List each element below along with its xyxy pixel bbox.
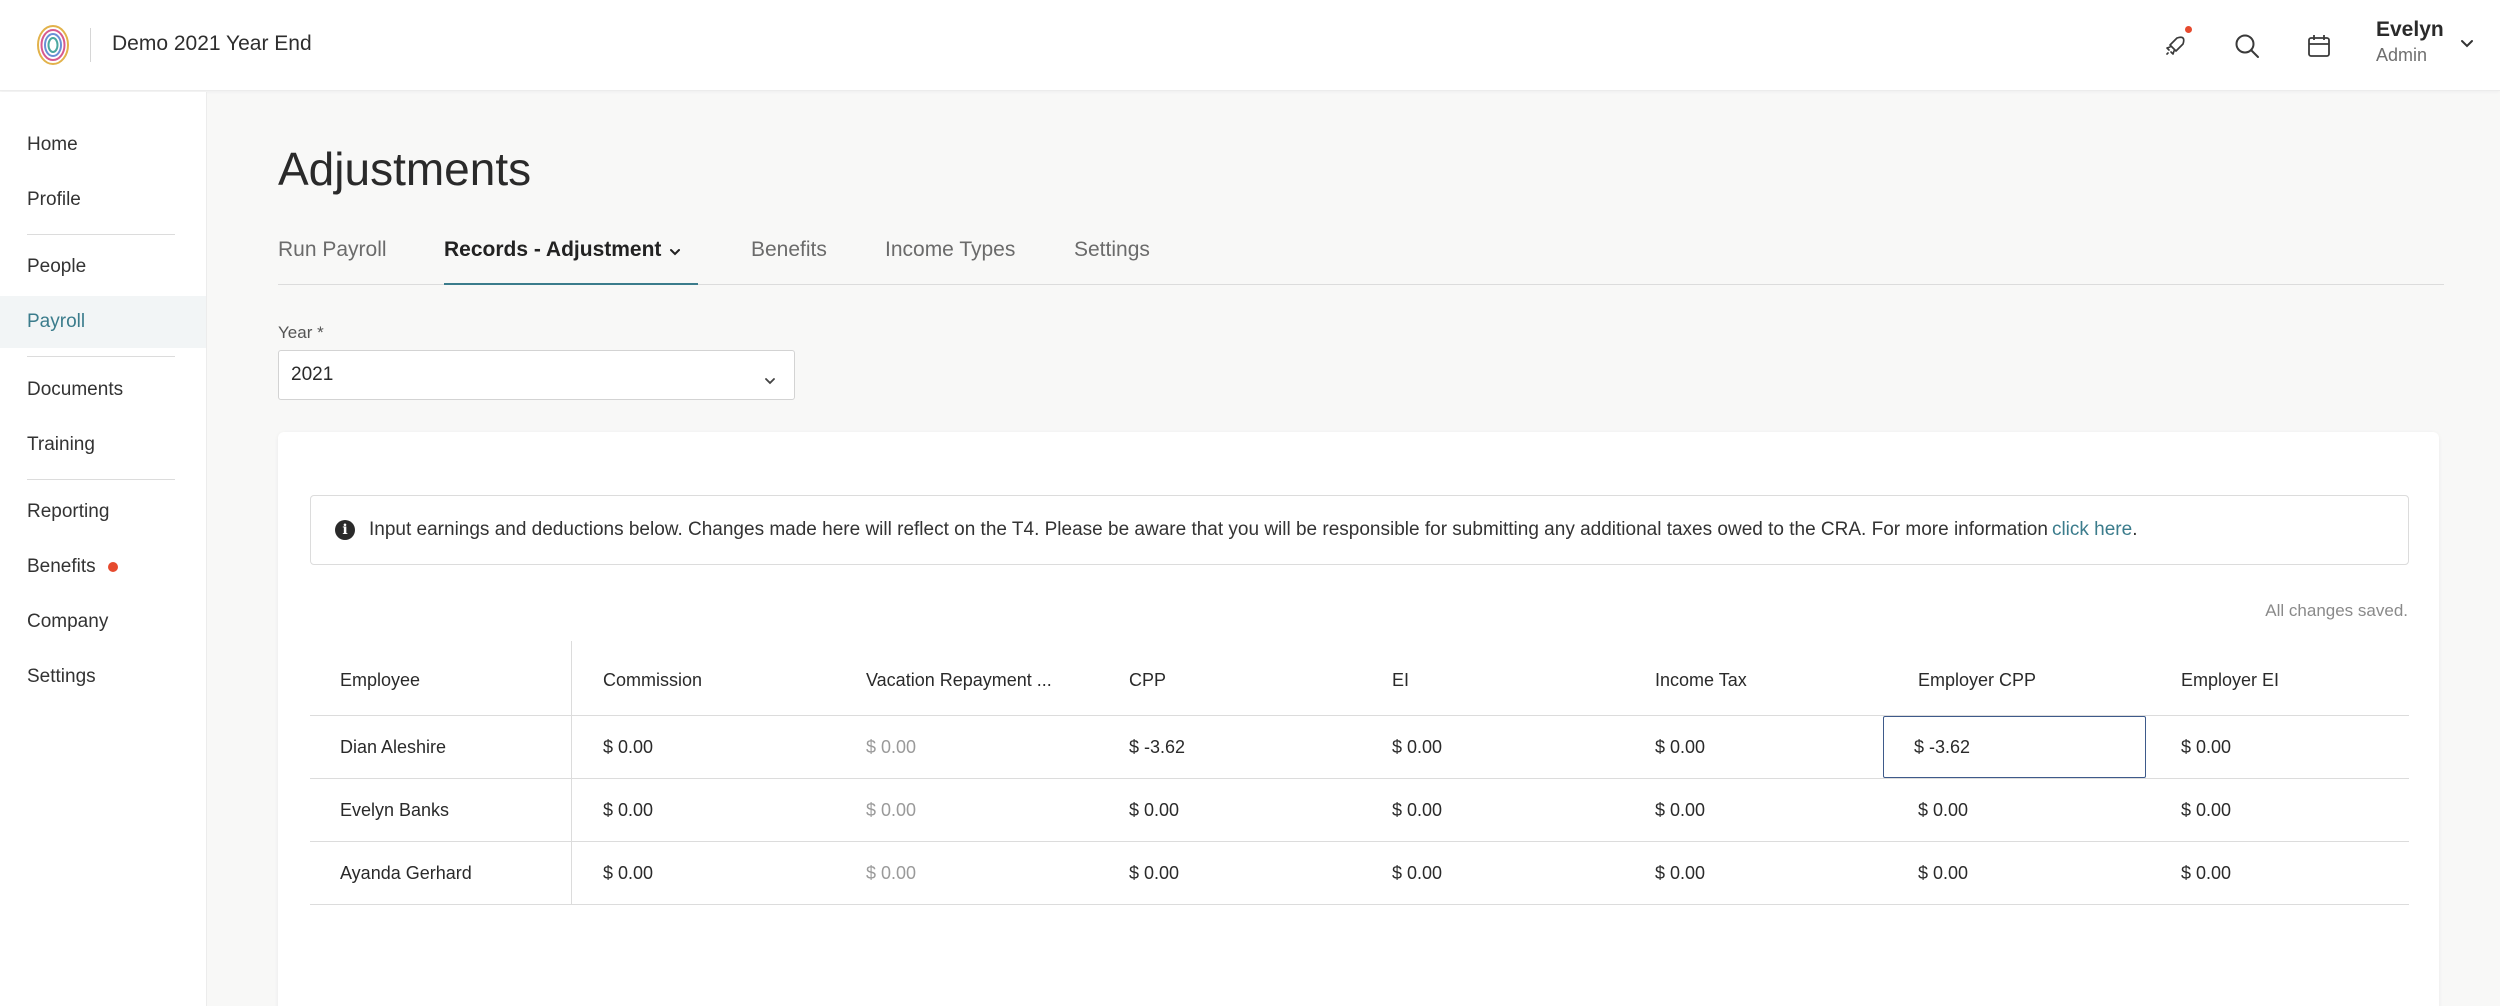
user-name: Evelyn [2376, 18, 2444, 41]
sidebar-item-payroll[interactable]: Payroll [0, 296, 206, 348]
tab-benefits[interactable]: Benefits [751, 232, 827, 285]
column-header: EI [1392, 669, 1410, 690]
info-link[interactable]: click here [2052, 519, 2132, 541]
sidebar-item-label: Home [27, 134, 78, 155]
tab-label: Records - Adjustment [444, 238, 662, 261]
income-tax-input[interactable]: $ 0.00 [1625, 779, 1888, 841]
sidebar-item-label: Settings [27, 666, 96, 687]
sidebar-item-training[interactable]: Training [0, 419, 206, 471]
tab-label: Settings [1074, 238, 1150, 261]
chevron-down-icon [764, 369, 776, 391]
employer-cpp-input[interactable]: $ 0.00 [1888, 842, 2151, 904]
sidebar-item-reporting[interactable]: Reporting [0, 486, 206, 538]
sidebar-item-company[interactable]: Company [0, 596, 206, 648]
info-text: Input earnings and deductions below. Cha… [369, 519, 2048, 540]
vacation-repayment-input[interactable]: $ 0.00 [836, 779, 1099, 841]
column-header: Income Tax [1655, 669, 1747, 690]
column-header: Employee [310, 641, 572, 715]
sidebar-item-documents[interactable]: Documents [0, 364, 206, 416]
commission-input[interactable]: $ 0.00 [573, 842, 836, 904]
income-tax-input[interactable]: $ 0.00 [1625, 842, 1888, 904]
info-text-end: . [2132, 519, 2138, 540]
sidebar-item-benefits[interactable]: Benefits [0, 541, 206, 593]
column-header: CPP [1129, 669, 1167, 690]
tab-run-payroll[interactable]: Run Payroll [278, 232, 387, 285]
app-logo-icon[interactable] [36, 24, 70, 66]
sidebar-item-label: Profile [27, 189, 81, 210]
employee-name: Dian Aleshire [310, 716, 572, 778]
ei-input[interactable]: $ 0.00 [1362, 842, 1625, 904]
sidebar-divider [27, 356, 175, 357]
ei-input[interactable]: $ 0.00 [1362, 779, 1625, 841]
sidebar-divider [27, 234, 175, 235]
tab-label: Income Types [885, 238, 1016, 261]
vacation-repayment-input[interactable]: $ 0.00 [836, 716, 1099, 778]
search-icon[interactable] [2227, 26, 2267, 66]
employee-name: Ayanda Gerhard [310, 842, 572, 904]
sidebar: Home Profile People Payroll Documents Tr… [0, 92, 207, 1006]
tab-settings[interactable]: Settings [1074, 232, 1150, 285]
top-bar: Demo 2021 Year End Evelyn Admin [0, 0, 2500, 91]
page-title: Adjustments [278, 143, 532, 195]
table-header-row: Employee Commission Vacation Repayment .… [310, 641, 2409, 716]
income-tax-input[interactable]: $ 0.00 [1625, 716, 1888, 778]
sidebar-item-label: People [27, 256, 87, 277]
commission-input[interactable]: $ 0.00 [573, 779, 836, 841]
cpp-input[interactable]: $ 0.00 [1099, 842, 1362, 904]
tab-bar: Run Payroll Records - Adjustment Benefit… [278, 232, 2444, 285]
employer-cpp-input[interactable]: $ -3.62 [1883, 716, 2146, 778]
employer-ei-input[interactable]: $ 0.00 [2151, 779, 2409, 841]
table-row: Ayanda Gerhard $ 0.00 $ 0.00 $ 0.00 $ 0.… [310, 842, 2409, 905]
app-title: Demo 2021 Year End [112, 32, 312, 55]
chevron-down-icon[interactable] [2460, 36, 2474, 54]
tab-records-adjustment[interactable]: Records - Adjustment [444, 232, 698, 285]
tab-income-types[interactable]: Income Types [885, 232, 1015, 285]
sidebar-item-people[interactable]: People [0, 241, 206, 293]
column-header: Employer CPP [1918, 669, 2037, 690]
save-status: All changes saved. [2265, 601, 2408, 620]
employer-ei-input[interactable]: $ 0.00 [2151, 716, 2409, 778]
commission-input[interactable]: $ 0.00 [573, 716, 836, 778]
info-banner: i Input earnings and deductions below. C… [310, 495, 2409, 565]
sidebar-item-settings[interactable]: Settings [0, 651, 206, 703]
cpp-input[interactable]: $ -3.62 [1099, 716, 1362, 778]
sidebar-item-label: Benefits [27, 556, 96, 577]
sidebar-item-profile[interactable]: Profile [0, 174, 206, 226]
column-header: Commission [603, 669, 703, 690]
employer-ei-input[interactable]: $ 0.00 [2151, 842, 2409, 904]
employer-cpp-input[interactable]: $ 0.00 [1888, 779, 2151, 841]
sidebar-item-home[interactable]: Home [0, 119, 206, 171]
cpp-input[interactable]: $ 0.00 [1099, 779, 1362, 841]
rocket-icon[interactable] [2155, 26, 2195, 66]
sidebar-item-label: Payroll [27, 311, 86, 332]
table-row: Dian Aleshire $ 0.00 $ 0.00 $ -3.62 $ 0.… [310, 716, 2409, 779]
adjustments-table: Employee Commission Vacation Repayment .… [310, 641, 2409, 905]
chevron-down-icon [669, 238, 681, 262]
notification-badge [107, 562, 118, 572]
column-header: Employer EI [2181, 669, 2280, 690]
user-menu[interactable]: Evelyn Admin [2376, 18, 2444, 66]
sidebar-item-label: Company [27, 611, 109, 632]
year-select[interactable]: 2021 [278, 350, 795, 400]
year-value: 2021 [291, 364, 334, 385]
vacation-repayment-input[interactable]: $ 0.00 [836, 842, 1099, 904]
year-label: Year * [278, 323, 324, 342]
calendar-icon[interactable] [2299, 26, 2339, 66]
table-row: Evelyn Banks $ 0.00 $ 0.00 $ 0.00 $ 0.00… [310, 779, 2409, 842]
tab-label: Run Payroll [278, 238, 387, 261]
sidebar-divider [27, 479, 175, 480]
info-icon: i [335, 520, 355, 540]
logo-divider [90, 28, 91, 62]
tab-label: Benefits [751, 238, 827, 261]
user-role: Admin [2376, 45, 2428, 65]
sidebar-item-label: Reporting [27, 501, 110, 522]
employee-name: Evelyn Banks [310, 779, 572, 841]
column-header: Vacation Repayment ... [866, 669, 1052, 690]
sidebar-item-label: Documents [27, 379, 124, 400]
notification-dot [2185, 26, 2192, 33]
ei-input[interactable]: $ 0.00 [1362, 716, 1625, 778]
sidebar-item-label: Training [27, 434, 95, 455]
